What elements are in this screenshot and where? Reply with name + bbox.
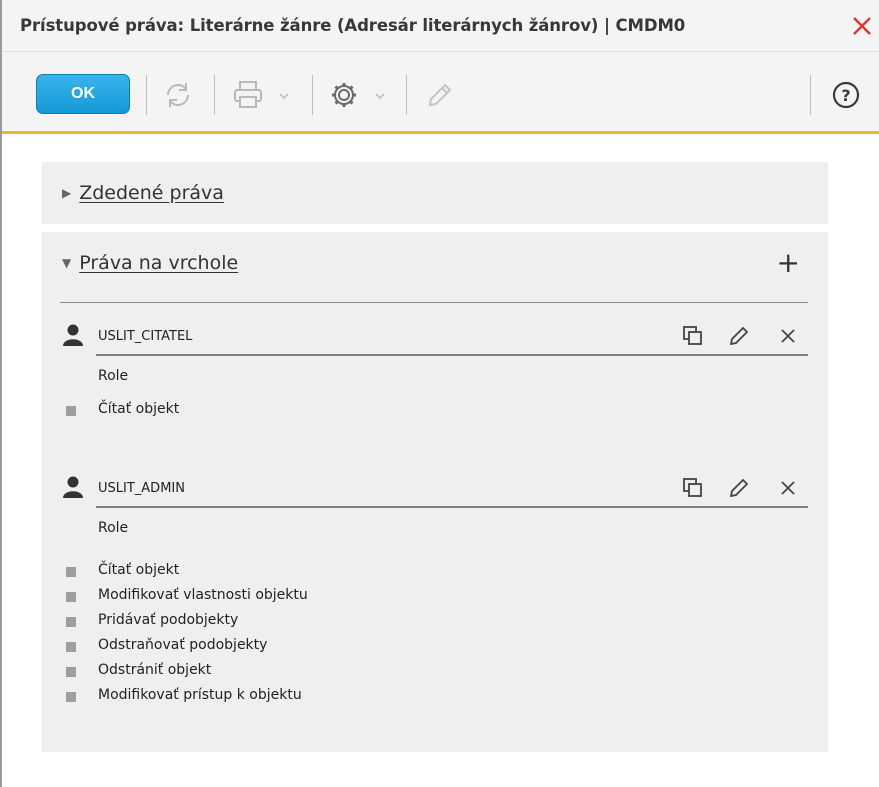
add-icon[interactable]: +: [777, 249, 800, 277]
toolbar: OK ?: [2, 52, 879, 134]
access-rights-window: Prístupové práva: Literárne žánre (Adres…: [0, 0, 879, 787]
permission-bullet: [66, 567, 76, 577]
svg-text:?: ?: [841, 86, 850, 105]
delete-icon[interactable]: [778, 477, 798, 499]
top-rights-section: ▼ Práva na vrchole + USLIT_CITATEL Role …: [42, 232, 828, 752]
edit-entry-icon[interactable]: [728, 325, 750, 347]
permission-bullet: [66, 617, 76, 627]
settings-dropdown-icon[interactable]: [374, 92, 386, 100]
title-bar: Prístupové práva: Literárne žánre (Adres…: [2, 0, 879, 52]
inherited-rights-link[interactable]: Zdedené práva: [79, 182, 224, 204]
permission-bullet: [66, 406, 76, 416]
entry-type: Role: [98, 520, 129, 536]
section-divider: [60, 302, 808, 303]
entry-header: USLIT_ADMIN: [60, 472, 808, 508]
user-icon: [63, 324, 83, 346]
rights-entry: USLIT_CITATEL Role Čítať objekt: [60, 320, 808, 417]
print-dropdown-icon[interactable]: [278, 92, 290, 100]
toolbar-separator: [810, 75, 811, 115]
permission-item: Odstraňovať podobjekty: [98, 637, 268, 653]
copy-icon[interactable]: [682, 477, 704, 499]
edit-entry-icon[interactable]: [728, 477, 750, 499]
edit-icon[interactable]: [420, 79, 456, 111]
permission-item: Modifikovať vlastnosti objektu: [98, 587, 308, 603]
refresh-icon[interactable]: [160, 79, 196, 111]
permission-bullet: [66, 692, 76, 702]
permission-item: Modifikovať prístup k objektu: [98, 687, 302, 703]
permission-item: Čítať objekt: [98, 401, 180, 417]
entry-divider: [96, 354, 808, 356]
permission-bullet: [66, 592, 76, 602]
permission-item: Pridávať podobjekty: [98, 612, 239, 628]
copy-icon[interactable]: [682, 325, 704, 347]
window-title: Prístupové práva: Literárne žánre (Adres…: [20, 16, 686, 35]
print-icon[interactable]: [230, 79, 266, 111]
entry-name: USLIT_ADMIN: [98, 481, 185, 496]
permission-bullet: [66, 667, 76, 677]
expand-icon[interactable]: ▶: [62, 186, 71, 200]
top-rights-header: ▼ Práva na vrchole +: [42, 232, 828, 294]
entry-name: USLIT_CITATEL: [98, 329, 193, 344]
settings-icon[interactable]: [326, 79, 362, 111]
inherited-rights-section[interactable]: ▶ Zdedené práva: [42, 162, 828, 224]
toolbar-separator: [214, 75, 215, 115]
top-rights-link[interactable]: Práva na vrchole: [79, 252, 238, 274]
entry-header: USLIT_CITATEL: [60, 320, 808, 356]
close-icon[interactable]: [851, 15, 873, 37]
rights-entry: USLIT_ADMIN Role Čítať objekt Modifikova…: [60, 472, 808, 703]
permission-item: Odstrániť objekt: [98, 662, 212, 678]
ok-button[interactable]: OK: [36, 74, 130, 114]
permission-bullet: [66, 642, 76, 652]
user-icon: [63, 476, 83, 498]
entry-type: Role: [98, 368, 129, 384]
toolbar-separator: [406, 75, 407, 115]
help-icon[interactable]: ?: [828, 79, 864, 111]
toolbar-separator: [146, 75, 147, 115]
delete-icon[interactable]: [778, 325, 798, 347]
permission-item: Čítať objekt: [98, 562, 180, 578]
toolbar-separator: [312, 75, 313, 115]
collapse-icon[interactable]: ▼: [62, 256, 71, 270]
content: ▶ Zdedené práva ▼ Práva na vrchole + USL…: [42, 162, 828, 752]
entry-divider: [96, 506, 808, 508]
